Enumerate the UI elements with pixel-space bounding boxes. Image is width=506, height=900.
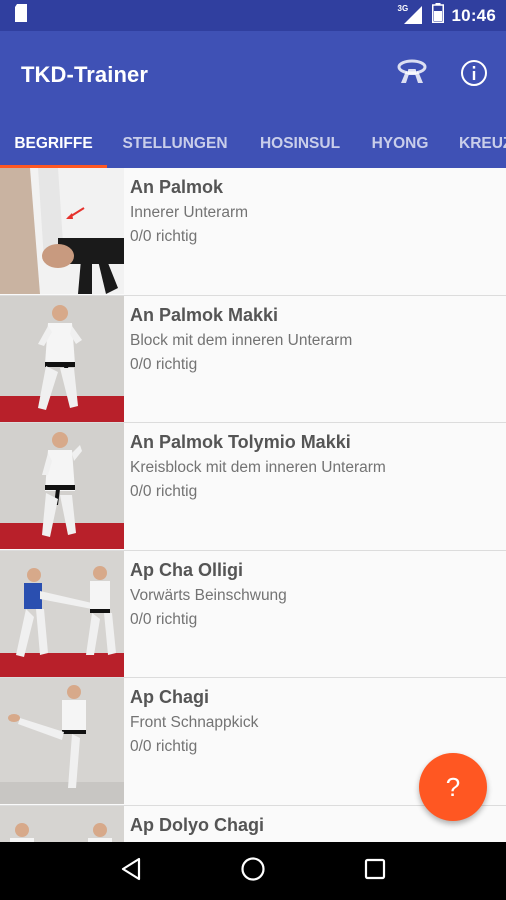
term-translation: Innerer Unterarm [130, 204, 249, 221]
term-translation: Kreisblock mit dem inneren Unterarm [130, 459, 386, 476]
back-icon [120, 857, 142, 886]
tab-label: HOSINSUL [259, 134, 341, 152]
info-button[interactable] [456, 57, 492, 93]
tab-hosinsul[interactable]: HOSINSUL [243, 119, 357, 168]
list-item[interactable]: An Palmok Innerer Unterarm 0/0 richtig [0, 168, 506, 296]
term-thumbnail [0, 550, 124, 677]
battery-icon [431, 3, 444, 28]
app-title: TKD-Trainer [21, 62, 149, 87]
term-list: An Palmok Innerer Unterarm 0/0 richtig A… [0, 168, 506, 842]
recents-button[interactable] [355, 851, 395, 891]
term-score: 0/0 richtig [130, 483, 198, 500]
term-title: Ap Dolyo Chagi [130, 814, 264, 835]
tab-hyong[interactable]: HYONG [357, 119, 443, 168]
term-thumbnail [0, 805, 124, 842]
home-icon [240, 856, 266, 887]
term-score: 0/0 richtig [130, 738, 198, 755]
term-score: 0/0 richtig [130, 355, 198, 373]
fab-label: ? [445, 771, 461, 802]
term-thumbnail [0, 168, 124, 294]
term-title: An Palmok Tolymio Makki [130, 432, 351, 452]
tab-label: STELLUNGEN [122, 134, 228, 152]
back-button[interactable] [111, 851, 151, 891]
term-title: An Palmok Makki [130, 304, 279, 325]
tab-bar: BEGRIFFE STELLUNGEN HOSINSUL HYONG KREUZ [0, 119, 506, 168]
term-title: Ap Cha Olligi [130, 559, 244, 580]
term-title: Ap Chagi [130, 687, 209, 707]
status-time: 10:46 [451, 5, 496, 25]
network-type: 3G [397, 3, 409, 13]
sd-card-icon [14, 4, 28, 27]
term-score: 0/0 richtig [130, 228, 198, 245]
list-item[interactable]: An Palmok Makki Block mit dem inneren Un… [0, 295, 506, 423]
term-translation: Vorwärts Beinschwung [130, 586, 287, 604]
app-bar: TKD-Trainer BEGRIFFE STELLUNGEN HOSINSUL… [0, 31, 506, 168]
term-title: An Palmok [130, 177, 224, 197]
belt-button[interactable] [394, 57, 430, 93]
tab-label: BEGRIFFE [14, 134, 93, 152]
term-thumbnail [0, 423, 124, 549]
term-score: 0/0 richtig [130, 610, 198, 628]
recents-icon [364, 858, 386, 885]
signal-icon: 3G [397, 3, 424, 26]
help-fab[interactable]: ? [419, 753, 487, 821]
term-thumbnail [0, 678, 124, 804]
navigation-bar [0, 842, 506, 900]
home-button[interactable] [233, 851, 273, 891]
belt-icon [396, 59, 428, 92]
status-bar: 3G 10:46 [0, 0, 506, 31]
tab-begriffe[interactable]: BEGRIFFE [0, 119, 107, 168]
info-icon [460, 59, 488, 92]
tab-kreuz[interactable]: KREUZ [443, 119, 506, 168]
list-item[interactable]: An Palmok Tolymio Makki Kreisblock mit d… [0, 423, 506, 551]
tab-stellungen[interactable]: STELLUNGEN [107, 119, 243, 168]
term-translation: Block mit dem inneren Unterarm [130, 331, 353, 349]
term-thumbnail [0, 295, 124, 422]
tab-label: HYONG [371, 134, 429, 152]
term-translation: Front Schnappkick [130, 714, 259, 731]
list-item[interactable]: Ap Cha Olligi Vorwärts Beinschwung 0/0 r… [0, 550, 506, 678]
tab-label: KREUZ [459, 134, 506, 152]
toolbar: TKD-Trainer [0, 31, 506, 119]
